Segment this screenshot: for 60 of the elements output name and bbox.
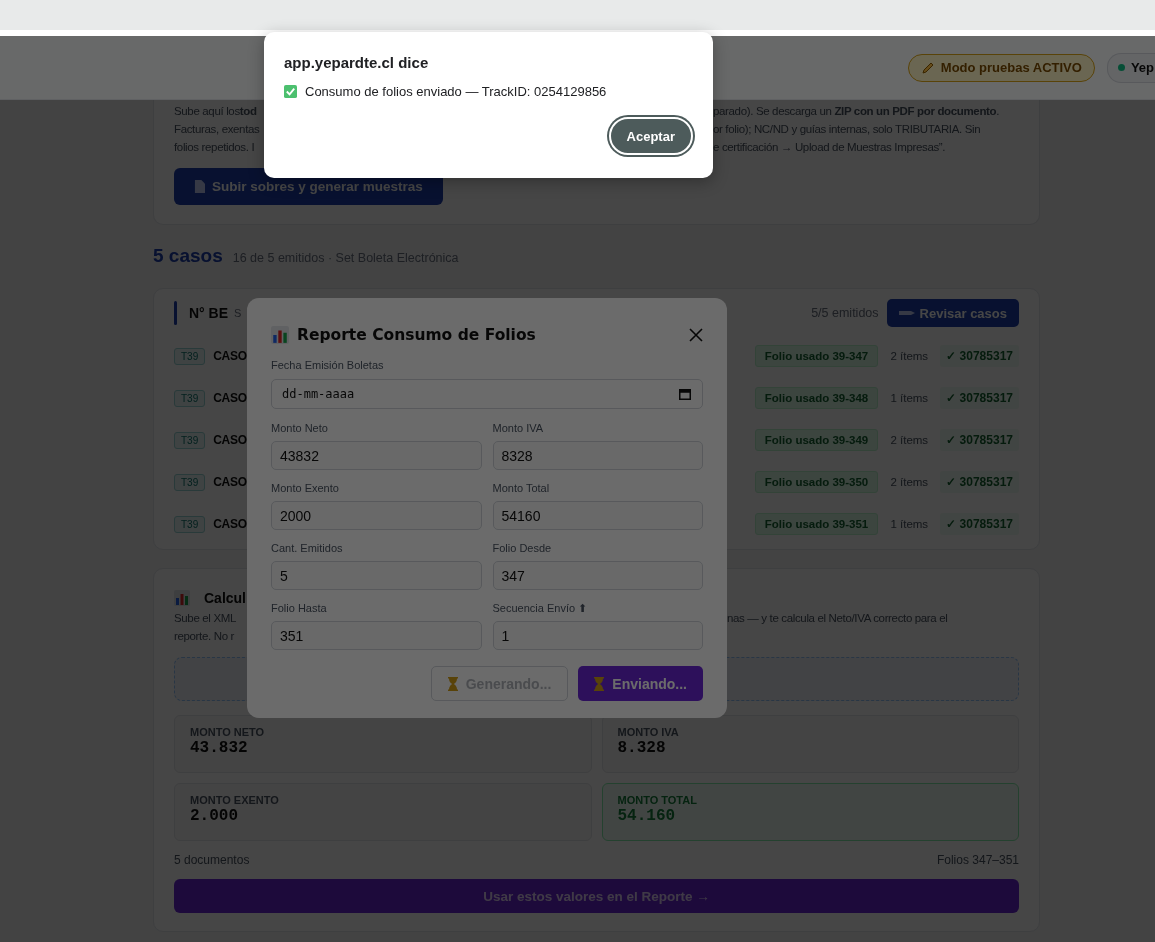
cases-count: 5 casos [153, 245, 223, 267]
input-field[interactable]: 1 [492, 621, 703, 650]
track-id-tag: ✓ 30785317 [940, 387, 1019, 409]
type-tag: T39 [174, 431, 206, 449]
type-tag: T39 [174, 389, 206, 407]
stat-value: 43.832 [190, 739, 249, 757]
hourglass-icon [447, 676, 458, 691]
section-title: N° BE [189, 305, 229, 321]
case-name: CASO [213, 391, 247, 405]
input-field[interactable]: 347 [492, 561, 703, 590]
stat-value: 54.160 [617, 807, 677, 825]
close-icon[interactable] [689, 328, 703, 342]
field-label: Monto Total [492, 482, 551, 496]
track-id-tag: ✓ 30785317 [940, 429, 1019, 451]
dialog-title: Reporte Consumo de Folios [297, 326, 536, 344]
track-id-tag: ✓ 30785317 [940, 471, 1019, 493]
field-label: Monto IVA [492, 422, 545, 436]
section-title: Calcul [204, 590, 246, 606]
alert-message: Consumo de folios enviado — TrackID: 0254129856 [305, 84, 607, 99]
bar-chart-icon [174, 590, 190, 606]
input-field[interactable]: 351 [271, 621, 482, 650]
track-id-tag: ✓ 30785317 [940, 513, 1019, 535]
input-field[interactable]: 2000 [271, 501, 482, 530]
action-button[interactable]: Enviando... [578, 666, 703, 701]
pen-icon [898, 309, 915, 317]
field-label: Fecha Emisión Boletas [271, 359, 385, 373]
status-dot-icon [1117, 64, 1125, 71]
alert-title: app.yepardte.cl dice [284, 54, 430, 71]
stat-value: 8.328 [617, 739, 667, 757]
field-label: Folio Desde [492, 542, 553, 556]
track-id-tag: ✓ 30785317 [940, 345, 1019, 367]
accent-bar [174, 301, 177, 325]
field-label: Monto Neto [271, 422, 329, 436]
pencil-icon [920, 60, 935, 75]
check-icon [284, 85, 297, 98]
type-tag: T39 [174, 515, 206, 533]
field-label: Folio Hasta [271, 602, 328, 616]
case-name: CASO [213, 475, 247, 489]
field-label: Monto Exento [271, 482, 340, 496]
field-label: Cant. Emitidos [271, 542, 344, 556]
test-mode-label: Modo pruebas ACTIVO [940, 60, 1082, 75]
input-field[interactable]: 54160 [492, 501, 703, 530]
case-name: CASO [213, 517, 247, 531]
document-icon [194, 180, 205, 193]
date-input[interactable]: dd-mm-aaaa [271, 379, 703, 409]
stat-label: MONTO TOTAL [617, 794, 698, 806]
input-field[interactable]: 5 [271, 561, 482, 590]
case-name: CASO [213, 433, 247, 447]
field-label: Secuencia Envío ⬆ [492, 602, 589, 616]
case-name: CASO [213, 349, 247, 363]
accept-button[interactable]: Aceptar [608, 117, 693, 155]
calendar-icon[interactable] [679, 388, 691, 400]
stat-value: 2.000 [190, 807, 239, 825]
status-label: Yep [1130, 60, 1154, 75]
type-tag: T39 [174, 347, 206, 365]
hourglass-icon [594, 676, 605, 691]
input-field[interactable]: 8328 [492, 441, 703, 470]
type-tag: T39 [174, 473, 206, 491]
input-field[interactable]: 43832 [271, 441, 482, 470]
bar-chart-icon [271, 326, 289, 344]
